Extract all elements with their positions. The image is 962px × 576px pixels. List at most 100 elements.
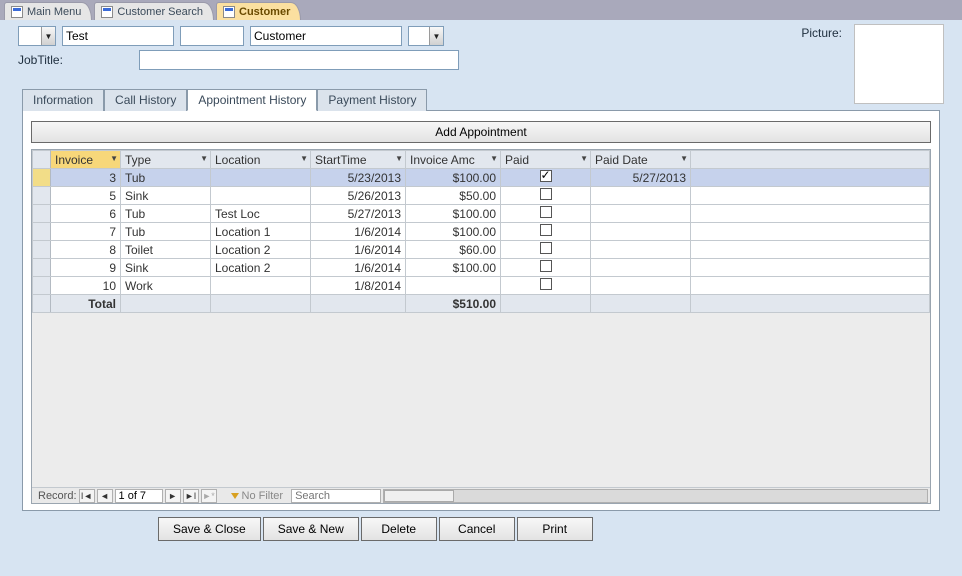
middle-name-input[interactable]	[180, 26, 244, 46]
cell-invoice-amt[interactable]: $100.00	[406, 205, 501, 223]
cell-type[interactable]: Tub	[121, 223, 211, 241]
row-selector-header[interactable]	[33, 151, 51, 169]
cell-paid[interactable]	[501, 205, 591, 223]
subtab-payment-history[interactable]: Payment History	[317, 89, 427, 111]
subtab-call-history[interactable]: Call History	[104, 89, 187, 111]
last-name-input[interactable]	[250, 26, 402, 46]
nav-new-button[interactable]: ►*	[201, 489, 217, 503]
cell-type[interactable]: Tub	[121, 205, 211, 223]
delete-button[interactable]: Delete	[361, 517, 437, 541]
cell-paid[interactable]	[501, 187, 591, 205]
cell-paid-date[interactable]	[591, 187, 691, 205]
cell-paid[interactable]	[501, 241, 591, 259]
nav-next-button[interactable]: ►	[165, 489, 181, 503]
cell-location[interactable]	[211, 277, 311, 295]
subtab-appointment-history[interactable]: Appointment History	[187, 89, 317, 111]
cell-invoice-amt[interactable]	[406, 277, 501, 295]
cell-invoice-amt[interactable]: $100.00	[406, 223, 501, 241]
cell-starttime[interactable]: 1/6/2014	[311, 241, 406, 259]
print-button[interactable]: Print	[517, 517, 593, 541]
subtab-information[interactable]: Information	[22, 89, 104, 111]
jobtitle-input[interactable]	[139, 50, 459, 70]
cell-type[interactable]: Toilet	[121, 241, 211, 259]
cell-location[interactable]: Test Loc	[211, 205, 311, 223]
col-invoice-amt[interactable]: Invoice Amc▼	[406, 151, 501, 169]
cell-paid-date[interactable]	[591, 241, 691, 259]
cell-starttime[interactable]: 5/27/2013	[311, 205, 406, 223]
table-row[interactable]: 6TubTest Loc5/27/2013$100.00	[33, 205, 930, 223]
filter-indicator[interactable]: No Filter	[223, 490, 292, 502]
row-selector[interactable]	[33, 259, 51, 277]
cell-invoice-amt[interactable]: $60.00	[406, 241, 501, 259]
tab-customer[interactable]: Customer	[216, 2, 301, 20]
tab-customer-search[interactable]: Customer Search	[94, 2, 214, 20]
cell-paid[interactable]	[501, 277, 591, 295]
row-selector[interactable]	[33, 187, 51, 205]
cell-location[interactable]: Location 2	[211, 259, 311, 277]
cell-paid-date[interactable]	[591, 223, 691, 241]
tab-main-menu[interactable]: Main Menu	[4, 2, 92, 20]
save-new-button[interactable]: Save & New	[263, 517, 359, 541]
cell-type[interactable]: Sink	[121, 259, 211, 277]
col-invoice[interactable]: Invoice▼	[51, 151, 121, 169]
cell-invoice-amt[interactable]: $50.00	[406, 187, 501, 205]
add-appointment-button[interactable]: Add Appointment	[31, 121, 931, 143]
cell-starttime[interactable]: 1/6/2014	[311, 259, 406, 277]
row-selector[interactable]	[33, 241, 51, 259]
cell-starttime[interactable]: 5/23/2013	[311, 169, 406, 187]
cell-invoice[interactable]: 9	[51, 259, 121, 277]
record-position[interactable]	[115, 489, 163, 503]
row-selector[interactable]	[33, 223, 51, 241]
row-selector[interactable]	[33, 205, 51, 223]
nav-first-button[interactable]: I◄	[79, 489, 95, 503]
cell-starttime[interactable]: 1/8/2014	[311, 277, 406, 295]
table-row[interactable]: 8ToiletLocation 21/6/2014$60.00	[33, 241, 930, 259]
cell-paid-date[interactable]	[591, 259, 691, 277]
cell-paid-date[interactable]	[591, 277, 691, 295]
cell-invoice[interactable]: 3	[51, 169, 121, 187]
cell-type[interactable]: Sink	[121, 187, 211, 205]
cell-paid-date[interactable]: 5/27/2013	[591, 169, 691, 187]
table-row[interactable]: 10Work 1/8/2014	[33, 277, 930, 295]
save-close-button[interactable]: Save & Close	[158, 517, 261, 541]
cell-location[interactable]	[211, 169, 311, 187]
col-location[interactable]: Location▼	[211, 151, 311, 169]
cell-invoice[interactable]: 8	[51, 241, 121, 259]
picture-box[interactable]	[854, 24, 944, 104]
cell-starttime[interactable]: 5/26/2013	[311, 187, 406, 205]
cell-invoice-amt[interactable]: $100.00	[406, 169, 501, 187]
cancel-button[interactable]: Cancel	[439, 517, 515, 541]
row-selector[interactable]	[33, 277, 51, 295]
cell-invoice[interactable]: 7	[51, 223, 121, 241]
cell-paid[interactable]	[501, 169, 591, 187]
horizontal-scrollbar[interactable]	[383, 489, 928, 503]
cell-starttime[interactable]: 1/6/2014	[311, 223, 406, 241]
cell-paid[interactable]	[501, 223, 591, 241]
nav-prev-button[interactable]: ◄	[97, 489, 113, 503]
prefix-combo[interactable]: ▼	[18, 26, 56, 46]
cell-invoice[interactable]: 5	[51, 187, 121, 205]
cell-type[interactable]: Work	[121, 277, 211, 295]
cell-type[interactable]: Tub	[121, 169, 211, 187]
col-paid[interactable]: Paid▼	[501, 151, 591, 169]
col-paid-date[interactable]: Paid Date▼	[591, 151, 691, 169]
first-name-input[interactable]	[62, 26, 174, 46]
cell-paid[interactable]	[501, 259, 591, 277]
cell-location[interactable]: Location 1	[211, 223, 311, 241]
grid-search-input[interactable]	[291, 489, 381, 503]
table-row[interactable]: 7TubLocation 11/6/2014$100.00	[33, 223, 930, 241]
suffix-combo[interactable]: ▼	[408, 26, 444, 46]
col-starttime[interactable]: StartTime▼	[311, 151, 406, 169]
table-row[interactable]: 5Sink 5/26/2013$50.00	[33, 187, 930, 205]
table-row[interactable]: 9SinkLocation 21/6/2014$100.00	[33, 259, 930, 277]
cell-location[interactable]: Location 2	[211, 241, 311, 259]
col-type[interactable]: Type▼	[121, 151, 211, 169]
cell-invoice-amt[interactable]: $100.00	[406, 259, 501, 277]
cell-invoice[interactable]: 6	[51, 205, 121, 223]
cell-paid-date[interactable]	[591, 205, 691, 223]
table-row[interactable]: 3Tub 5/23/2013$100.00 5/27/2013	[33, 169, 930, 187]
row-selector[interactable]	[33, 169, 51, 187]
cell-location[interactable]	[211, 187, 311, 205]
cell-invoice[interactable]: 10	[51, 277, 121, 295]
nav-last-button[interactable]: ►I	[183, 489, 199, 503]
